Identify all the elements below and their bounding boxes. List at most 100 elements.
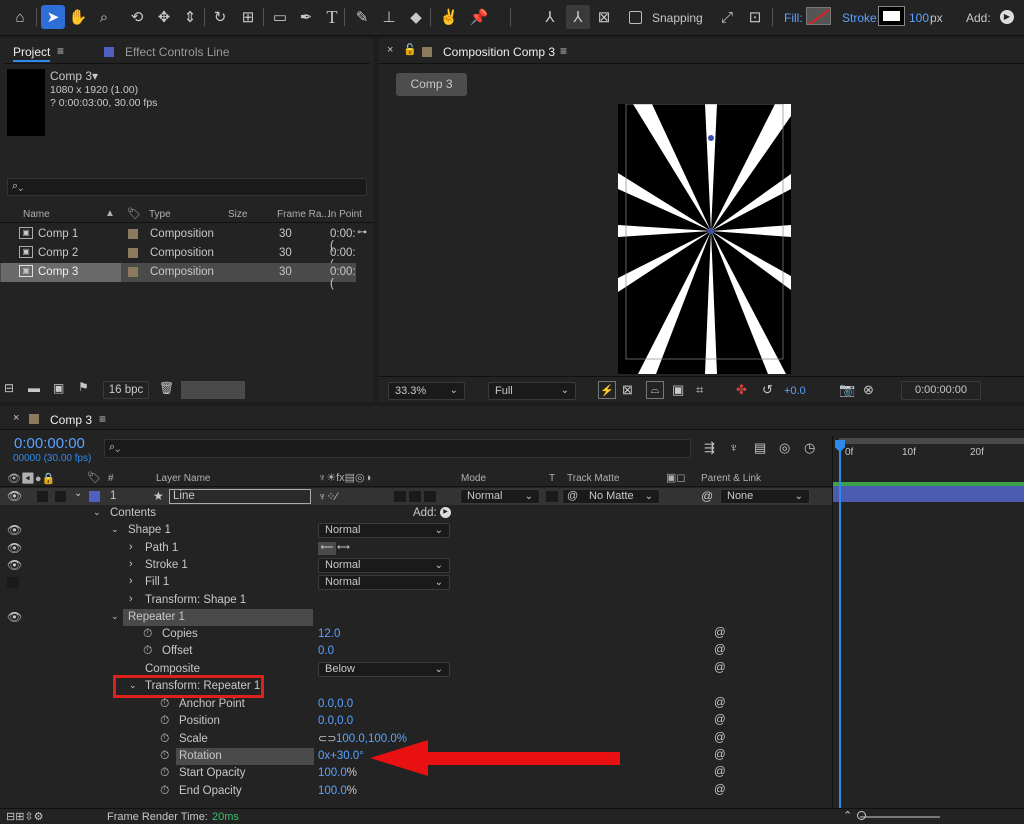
eye-icon[interactable]: 👁 (7, 610, 22, 624)
stopwatch-icon[interactable]: ⏱ (143, 626, 152, 641)
chevron-down-icon[interactable]: ⌄ (74, 488, 82, 499)
eraser-tool-icon[interactable]: ◆ (404, 5, 428, 29)
work-area-bar[interactable] (839, 438, 1024, 444)
project-item-selected[interactable]: ▣ Comp 3 Composition 30 0:00:( (0, 263, 356, 290)
offset-value[interactable]: 0.0 (318, 645, 334, 657)
comp-name[interactable]: Comp 3▾ (50, 69, 98, 83)
stroke1-row[interactable]: 👁 › Stroke 1 Normal ⌄ (0, 557, 832, 574)
stopwatch-icon[interactable]: ⏱ (143, 643, 152, 658)
current-timecode[interactable]: 0:00:00:00 (14, 435, 85, 452)
panel-menu-icon[interactable]: ≡ (560, 44, 567, 58)
col-in-point[interactable]: In Point (328, 209, 362, 220)
puppet-pin-icon[interactable]: 📌 (467, 5, 491, 29)
path-direction-icon[interactable]: ⟵ (318, 542, 336, 555)
contents-row[interactable]: ⌄ Contents Add: ▶ (0, 505, 832, 522)
viewer-timecode[interactable]: 0:00:00:00 (901, 381, 981, 400)
transform-shape-row[interactable]: › Transform: Shape 1 (0, 592, 832, 609)
col-name[interactable]: Name (23, 209, 50, 220)
switch-box[interactable] (409, 491, 421, 502)
col-mode[interactable]: Mode (461, 473, 486, 484)
shape1-mode-dropdown[interactable]: Normal ⌄ (318, 523, 450, 538)
offset-row[interactable]: ⏱ Offset 0.0 @ (0, 643, 832, 660)
stopwatch-icon[interactable]: ⏱ (160, 731, 169, 746)
project-item[interactable]: ▣ Comp 1 Composition 30 0:00:( ⊶ (0, 225, 367, 252)
frame-blending-icon[interactable]: ◎ (779, 440, 790, 456)
repeater-row[interactable]: 👁 ⌄ Repeater 1 (0, 609, 832, 626)
constrain-proportions-icon[interactable]: ⊂⊃ (318, 732, 336, 745)
expression-pickwhip-icon[interactable]: @ (714, 749, 726, 761)
chevron-right-icon[interactable]: › (129, 575, 133, 587)
parent-pickwhip-icon[interactable]: @ (701, 489, 713, 503)
flowchart-icon[interactable]: ⊶ (357, 227, 367, 238)
fast-preview-icon[interactable]: ⚡ (598, 381, 616, 399)
reset-exposure-icon[interactable]: ↺ (762, 382, 773, 398)
grid-guides-icon[interactable]: ⌗ (696, 382, 703, 398)
chevron-down-icon[interactable]: ⌄ (111, 611, 119, 622)
toggle-switches-icon[interactable]: ⊟⊞⇳⚙ (6, 810, 44, 823)
expression-pickwhip-icon[interactable]: @ (714, 627, 726, 639)
tab-effect-controls[interactable]: Effect Controls Line (125, 45, 230, 59)
zoom-tool-icon[interactable]: ⌕ (92, 5, 116, 29)
stroke-width-value[interactable]: 100 (909, 11, 929, 25)
label-color[interactable] (128, 267, 138, 277)
chevron-down-icon[interactable]: ⌄ (93, 507, 101, 518)
resolution-dropdown[interactable]: Full ⌄ (488, 382, 576, 400)
label-color[interactable] (128, 248, 138, 258)
expression-pickwhip-icon[interactable]: @ (714, 697, 726, 709)
rotate-tool-icon[interactable]: ↻ (208, 5, 232, 29)
path-direction-reverse-icon[interactable]: ⟷ (337, 542, 350, 553)
sort-up-icon[interactable]: ▲ (105, 208, 115, 219)
preserve-transparency-switch[interactable] (546, 491, 558, 502)
type-tool-icon[interactable]: T (320, 5, 344, 29)
lock-icon[interactable]: 🔓 (403, 43, 417, 56)
snapping-checkbox[interactable] (629, 11, 642, 24)
col-size[interactable]: Size (228, 209, 247, 220)
expression-pickwhip-icon[interactable]: @ (714, 732, 726, 744)
fill-swatch[interactable] (806, 7, 831, 25)
snapshot-camera-icon[interactable]: 📷 (839, 382, 855, 398)
expression-pickwhip-icon[interactable]: @ (714, 766, 726, 778)
switch-box[interactable] (394, 491, 406, 502)
panel-menu-icon[interactable]: ≡ (99, 412, 106, 426)
panel-menu-icon[interactable]: ≡ (57, 44, 64, 58)
end-opacity-row[interactable]: ⏱ End Opacity 100.0% @ (0, 783, 832, 800)
col-track-matte[interactable]: Track Matte (567, 473, 619, 484)
chevron-right-icon[interactable]: › (129, 558, 133, 570)
chevron-down-icon[interactable]: ⌄ (111, 524, 119, 535)
track-matte-dropdown[interactable]: @ No Matte ⌄ (562, 489, 660, 504)
expression-pickwhip-icon[interactable]: @ (714, 784, 726, 796)
anchor-tool-icon[interactable]: ⊞ (236, 5, 260, 29)
zoom-slider-handle[interactable] (857, 811, 866, 820)
time-graph[interactable]: 0f 10f 20f (832, 436, 1024, 816)
region-of-interest-icon[interactable]: ▣ (672, 382, 684, 398)
col-frame-rate[interactable]: Frame Ra... (277, 209, 330, 220)
stroke-swatch[interactable] (878, 6, 905, 26)
clone-stamp-icon[interactable]: ⊥ (377, 5, 401, 29)
transparency-grid-icon[interactable]: ⊠ (622, 382, 633, 398)
col-parent-link[interactable]: Parent & Link (701, 473, 761, 484)
close-icon[interactable]: × (13, 412, 19, 424)
brush-tool-icon[interactable]: ✎ (350, 5, 374, 29)
color-channels-icon[interactable]: ✤ (736, 382, 747, 398)
close-icon[interactable]: × (387, 44, 393, 56)
draft-3d-icon[interactable]: ♆ (729, 440, 739, 455)
col-type[interactable]: Type (149, 209, 171, 220)
zoom-out-icon[interactable]: ⌃ (843, 809, 852, 822)
label-color[interactable] (128, 229, 138, 239)
copies-value[interactable]: 12.0 (318, 628, 340, 640)
home-icon[interactable]: ⌂ (8, 5, 32, 29)
axis-world-icon[interactable]: ⅄ (566, 5, 590, 29)
exposure-value[interactable]: +0.0 (784, 385, 806, 397)
stopwatch-icon[interactable]: ⏱ (160, 748, 169, 763)
stopwatch-icon[interactable]: ⏱ (160, 696, 169, 711)
path1-row[interactable]: 👁 › Path 1 ⟵ ⟷ (0, 540, 832, 557)
layer-mode-dropdown[interactable]: Normal ⌄ (460, 489, 540, 504)
tab-project[interactable]: Project (13, 45, 51, 62)
tab-timeline-comp[interactable]: Comp 3 (50, 413, 92, 427)
fill1-row[interactable]: › Fill 1 Normal ⌄ (0, 574, 832, 591)
eye-off-switch[interactable] (7, 577, 19, 588)
stopwatch-icon[interactable]: ⏱ (160, 713, 169, 728)
col-layer-name[interactable]: Layer Name (156, 473, 210, 484)
project-search-input[interactable]: ⌕⌄ (7, 178, 367, 196)
expression-pickwhip-icon[interactable]: @ (714, 644, 726, 656)
